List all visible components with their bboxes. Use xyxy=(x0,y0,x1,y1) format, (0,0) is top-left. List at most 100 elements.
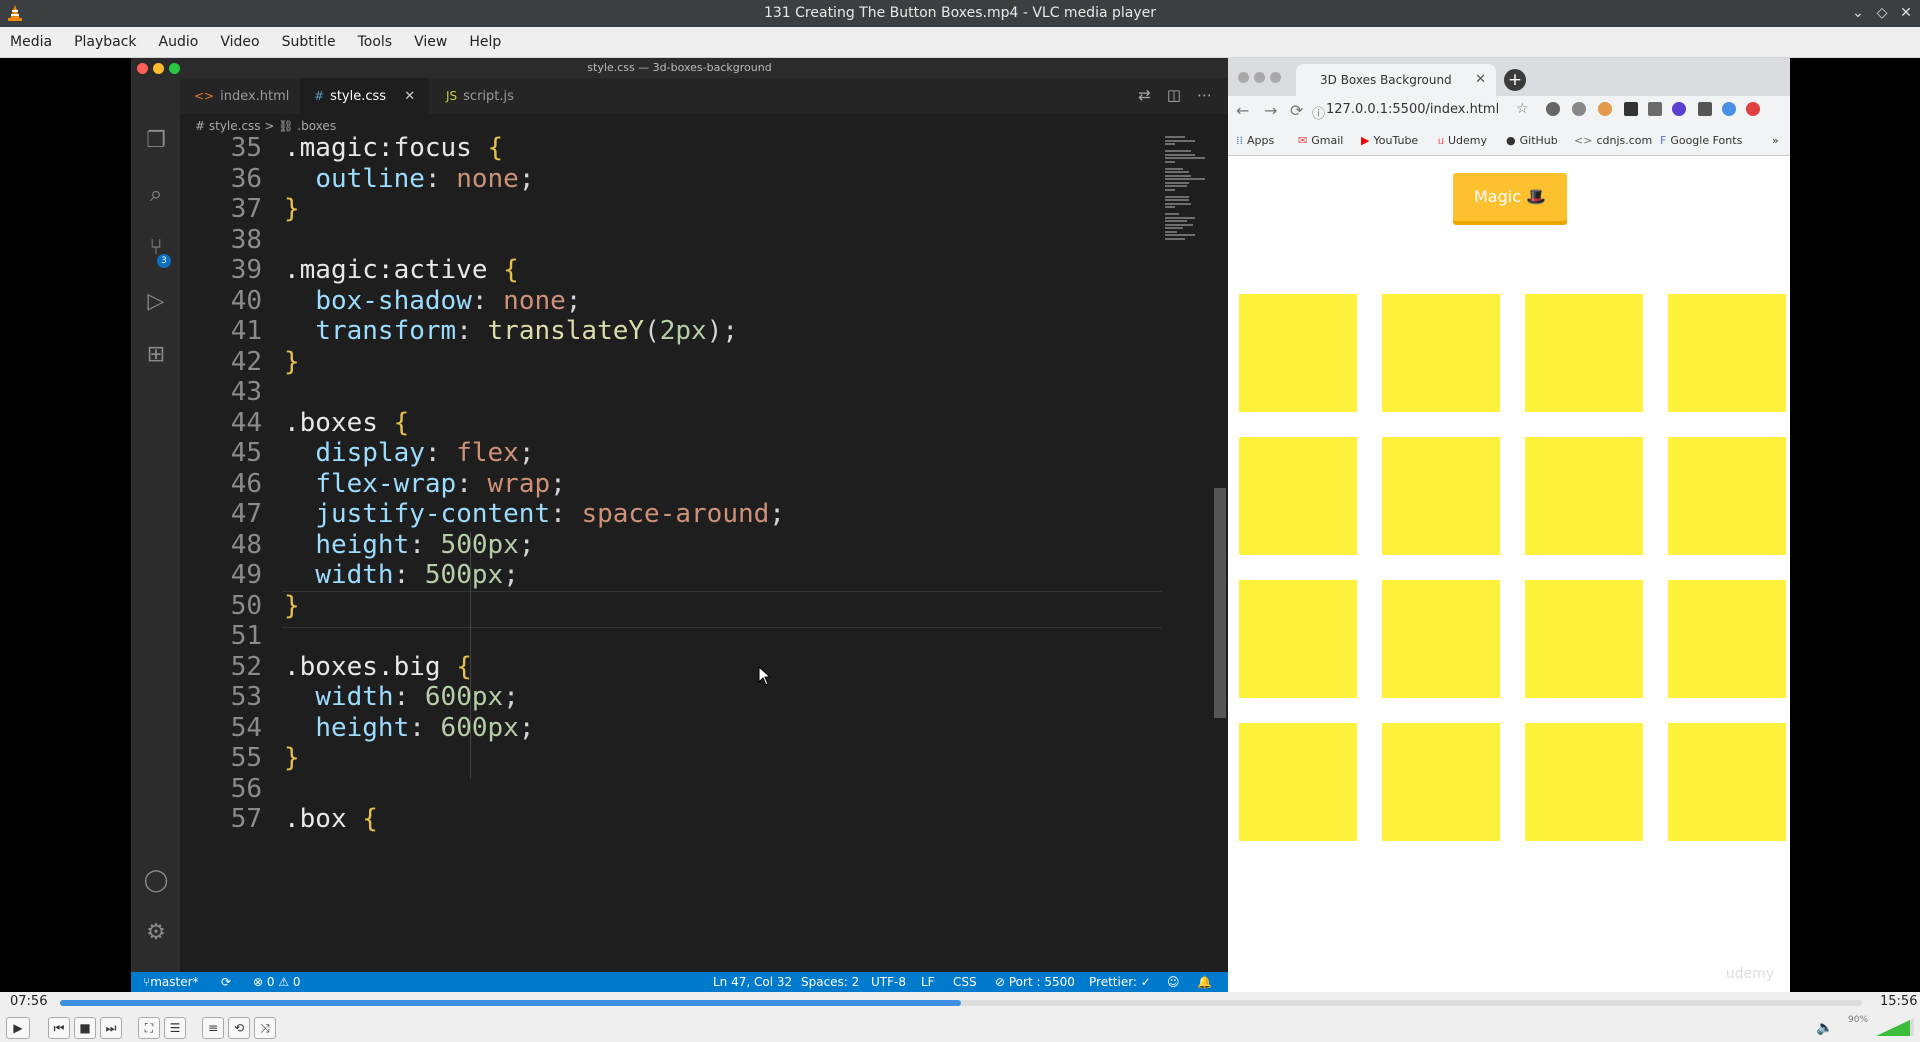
shuffle-icon[interactable]: ⤨ xyxy=(254,1017,276,1039)
extension-icon[interactable] xyxy=(1546,102,1560,116)
settings-gear-icon[interactable]: ⚙ xyxy=(143,920,169,946)
bookmarks-overflow-icon[interactable]: » xyxy=(1772,134,1779,147)
breadcrumb[interactable]: # style.css > ⛓ .boxes xyxy=(195,116,336,136)
sync-icon[interactable]: ⟳ xyxy=(221,972,231,992)
forward-icon[interactable]: → xyxy=(1264,101,1277,120)
end-of-line[interactable]: LF xyxy=(921,972,935,992)
feedback-icon[interactable]: ☺ xyxy=(1167,972,1180,992)
extensions-icon[interactable]: ⊞ xyxy=(143,342,169,368)
menu-video[interactable]: Video xyxy=(220,34,259,50)
minimize-dot-icon[interactable] xyxy=(1254,72,1265,83)
problems-indicator[interactable]: ⊗ 0 ⚠ 0 xyxy=(253,972,301,992)
bookmark-label: GitHub xyxy=(1519,134,1558,147)
minimap-line xyxy=(1165,237,1185,240)
bookmark-gmail[interactable]: ✉ Gmail xyxy=(1298,134,1343,147)
current-line-highlight xyxy=(282,591,1162,628)
menu-help[interactable]: Help xyxy=(469,34,501,50)
editor-scrollbar[interactable] xyxy=(1214,488,1226,718)
code-editor[interactable]: 35 .magic:focus {36 outline: none; 37} 38 39… xyxy=(180,136,1180,978)
bookmark-github[interactable]: ● GitHub xyxy=(1506,134,1558,147)
new-tab-button[interactable]: + xyxy=(1504,69,1526,91)
seek-bar-progress xyxy=(60,1000,961,1006)
extensions-puzzle-icon[interactable] xyxy=(1698,102,1712,116)
fullscreen-icon[interactable]: ⛶ xyxy=(138,1017,160,1039)
split-editor-icon[interactable]: ◫ xyxy=(1167,86,1181,104)
url-field[interactable]: 127.0.0.1:5500/index.html xyxy=(1326,102,1499,117)
stop-icon[interactable]: ■ xyxy=(74,1017,96,1039)
zoom-dot-icon[interactable] xyxy=(1270,72,1281,83)
browser-tab[interactable]: 3D Boxes Background ✕ xyxy=(1296,64,1496,96)
bookmark-google-fonts[interactable]: F Google Fonts xyxy=(1660,134,1742,147)
bookmark-apps[interactable]: ⁞⁞ Apps xyxy=(1236,134,1274,147)
next-icon[interactable]: ⏭ xyxy=(100,1017,122,1039)
search-icon[interactable]: ⌕ xyxy=(143,182,169,208)
encoding[interactable]: UTF-8 xyxy=(871,972,906,992)
extension-icon[interactable] xyxy=(1672,102,1686,116)
notifications-icon[interactable]: 🔔 xyxy=(1197,972,1212,992)
bookmark-udemy[interactable]: ᥙ Udemy xyxy=(1438,134,1487,148)
minimap[interactable] xyxy=(1159,136,1209,246)
tab-close-icon[interactable]: ✕ xyxy=(1475,64,1486,96)
line-text: height: 600px; xyxy=(315,712,535,743)
play-button[interactable]: ▶ xyxy=(6,1017,30,1039)
menu-tools[interactable]: Tools xyxy=(358,34,393,50)
close-icon[interactable]: ✕ xyxy=(1896,3,1916,23)
explorer-icon[interactable]: ❐ xyxy=(143,128,169,154)
tab-index-html[interactable]: <> index.html xyxy=(180,78,303,114)
extension-icon[interactable] xyxy=(1648,102,1662,116)
volume-slider[interactable] xyxy=(1876,1018,1914,1036)
tab-close-icon[interactable]: ✕ xyxy=(404,89,415,104)
bookmark-star-icon[interactable]: ☆ xyxy=(1516,101,1529,117)
extended-settings-icon[interactable]: ☰ xyxy=(164,1017,186,1039)
yellow-box xyxy=(1525,580,1643,698)
reload-icon[interactable]: ⟳ xyxy=(1290,101,1303,120)
account-icon[interactable]: ◯ xyxy=(143,868,169,894)
prettier-status[interactable]: Prettier: ✓ xyxy=(1089,972,1151,992)
speaker-icon[interactable]: 🔈 xyxy=(1816,1020,1833,1036)
minimap-line xyxy=(1165,185,1187,187)
minimap-line xyxy=(1165,227,1183,229)
minimap-line xyxy=(1165,157,1205,159)
tab-label: script.js xyxy=(463,89,514,104)
maximize-icon[interactable]: ◇ xyxy=(1872,3,1892,23)
previous-icon[interactable]: ⏮ xyxy=(48,1017,70,1039)
menu-view[interactable]: View xyxy=(414,34,447,50)
line-text: } xyxy=(284,743,300,773)
bookmark-label: cdnjs.com xyxy=(1596,134,1653,147)
live-server-port[interactable]: ⊘ Port : 5500 xyxy=(995,972,1075,992)
close-dot-icon[interactable] xyxy=(137,63,148,74)
magic-button[interactable]: Magic 🎩 xyxy=(1453,173,1567,221)
zoom-dot-icon[interactable] xyxy=(169,63,180,74)
minimize-dot-icon[interactable] xyxy=(153,63,164,74)
back-icon[interactable]: ← xyxy=(1236,101,1249,120)
address-bar-row: ← → ⟳ ⓘ 127.0.0.1:5500/index.html ☆ xyxy=(1228,96,1790,126)
cursor-position[interactable]: Ln 47, Col 32 xyxy=(713,972,792,992)
tab-script-js[interactable]: JS script.js xyxy=(432,78,528,114)
more-icon[interactable]: ⋯ xyxy=(1197,86,1212,104)
tab-style-css[interactable]: # style.css ✕ xyxy=(300,78,430,114)
seek-bar[interactable] xyxy=(60,1000,1862,1006)
loop-icon[interactable]: ⟲ xyxy=(228,1017,250,1039)
extension-icon[interactable] xyxy=(1572,102,1586,116)
language-mode[interactable]: CSS xyxy=(953,972,977,992)
menu-icon[interactable] xyxy=(1746,102,1760,116)
yellow-box xyxy=(1382,723,1500,841)
yellow-box xyxy=(1239,294,1357,412)
menu-media[interactable]: Media xyxy=(10,34,52,50)
bookmark-youtube[interactable]: ▶ YouTube xyxy=(1361,134,1418,147)
run-debug-icon[interactable]: ▷ xyxy=(143,289,169,315)
extension-icon[interactable] xyxy=(1598,102,1612,116)
compare-icon[interactable]: ⇄ xyxy=(1138,86,1151,104)
playlist-icon[interactable]: ≡ xyxy=(202,1017,224,1039)
indentation[interactable]: Spaces: 2 xyxy=(801,972,859,992)
menu-playback[interactable]: Playback xyxy=(74,34,136,50)
menu-subtitle[interactable]: Subtitle xyxy=(282,34,336,50)
branch-indicator[interactable]: ⑂ master* xyxy=(143,972,199,992)
info-icon[interactable]: ⓘ xyxy=(1312,103,1325,122)
extension-icon[interactable] xyxy=(1624,102,1638,116)
close-dot-icon[interactable] xyxy=(1238,72,1249,83)
bookmark-cdnjs[interactable]: <> cdnjs.com xyxy=(1574,134,1652,147)
profile-avatar-icon[interactable] xyxy=(1722,102,1736,116)
menu-audio[interactable]: Audio xyxy=(159,34,199,50)
minimize-icon[interactable]: ⌄ xyxy=(1848,3,1868,23)
